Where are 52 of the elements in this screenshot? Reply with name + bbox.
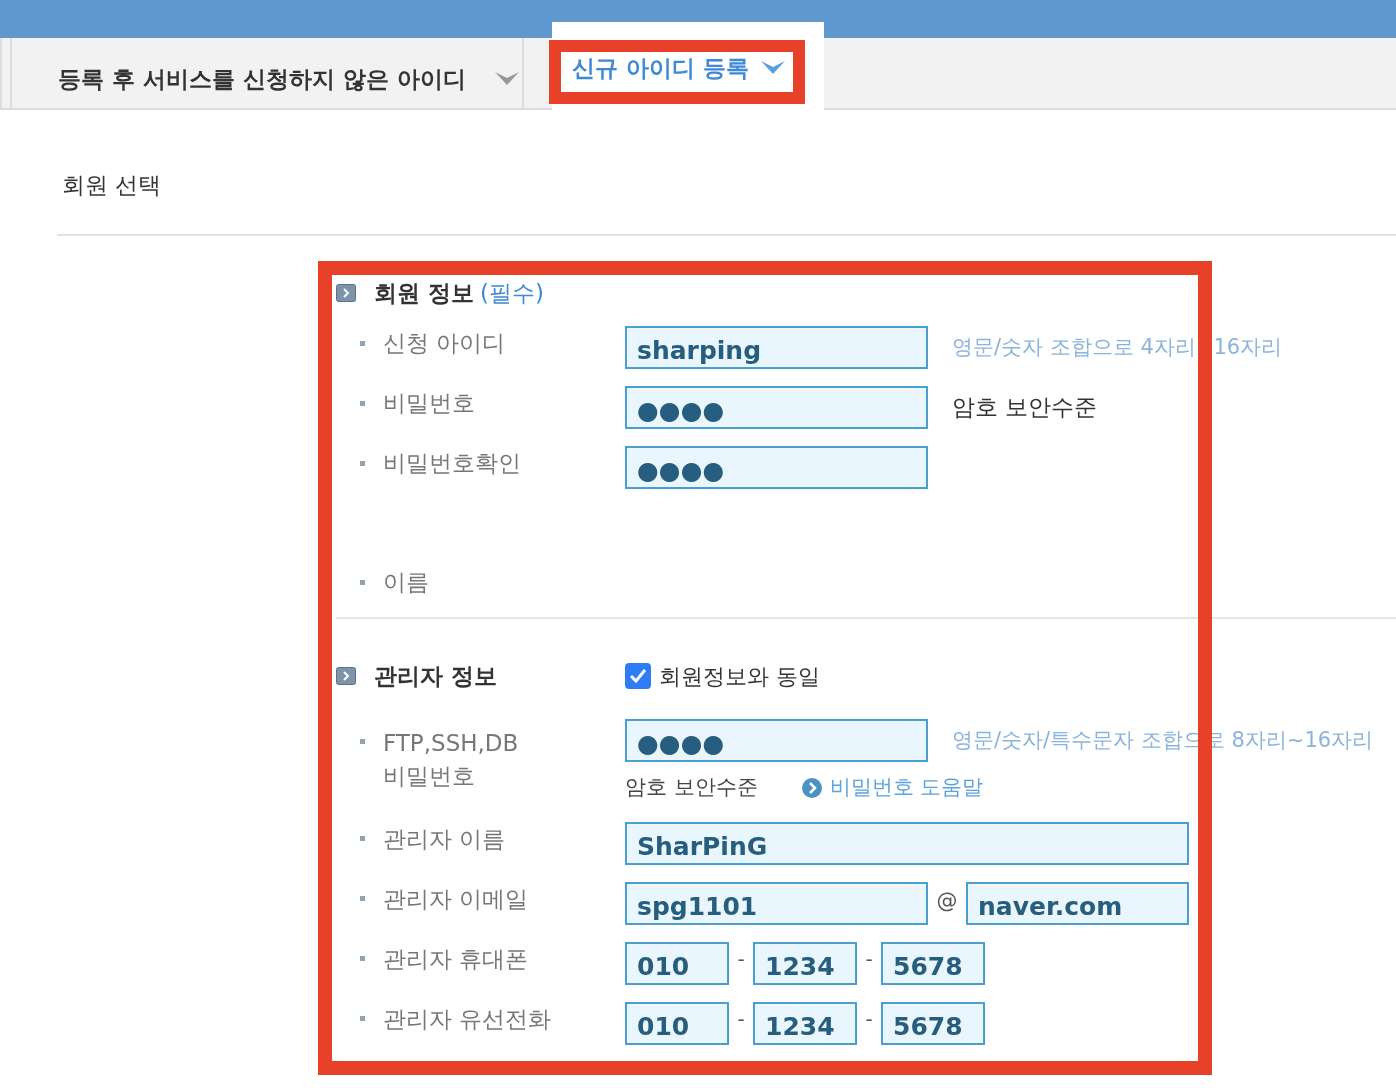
email-domain-field[interactable]: naver.com xyxy=(966,881,1189,925)
field-label: 관리자 유선전화 xyxy=(383,1004,552,1034)
phone-field[interactable]: 010 xyxy=(625,1001,729,1045)
dash-separator: - xyxy=(864,1005,874,1033)
chevron-circle-icon xyxy=(801,777,822,798)
password-field[interactable]: ●●●● xyxy=(625,719,928,762)
bullet-icon xyxy=(360,579,365,585)
bullet-icon xyxy=(360,340,365,346)
password-field[interactable]: ●●●● xyxy=(625,386,928,429)
bullet-icon xyxy=(360,1016,365,1022)
field-label: 비밀번호확인 xyxy=(383,449,521,478)
phone-field[interactable]: 1234 xyxy=(753,1001,857,1045)
bullet-icon xyxy=(360,956,365,962)
field-label: FTP,SSH,DB xyxy=(383,729,519,758)
section-heading: 관리자 정보 xyxy=(374,661,497,691)
required-note: (필수) xyxy=(480,278,544,308)
tab[interactable]: 등록 후 서비스를 신청하지 않은 아이디 xyxy=(10,38,524,108)
field-label: 신청 아이디 xyxy=(383,329,506,358)
field-label: 비밀번호 xyxy=(383,762,476,791)
phone-field[interactable]: 5678 xyxy=(881,1001,985,1045)
checkmark-icon xyxy=(629,668,647,684)
email-user-field[interactable]: spg1101 xyxy=(625,881,928,925)
admin-name-field[interactable]: SharPinG xyxy=(625,821,1189,865)
arrow-square-icon xyxy=(336,284,356,302)
field-label: 관리자 이름 xyxy=(383,824,506,854)
chevron-down-icon xyxy=(760,60,786,76)
strength-label: 암호 보안수준 xyxy=(625,774,758,801)
strength-label: 암호 보안수준 xyxy=(952,393,1098,422)
phone-field[interactable]: 010 xyxy=(625,941,729,985)
bullet-icon xyxy=(360,739,365,744)
chevron-down-icon xyxy=(494,71,521,87)
arrow-square-icon xyxy=(336,667,356,685)
field-label: 관리자 휴대폰 xyxy=(383,944,529,974)
at-sign: @ xyxy=(935,887,959,915)
phone-field[interactable]: 1234 xyxy=(753,941,857,985)
phone-field[interactable]: 5678 xyxy=(881,941,985,985)
checkbox-label: 회원정보와 동일 xyxy=(659,662,820,691)
bullet-icon xyxy=(360,836,365,842)
dash-separator: - xyxy=(736,1005,746,1033)
field-label: 비밀번호 xyxy=(383,389,475,418)
id-field[interactable]: sharping xyxy=(625,326,928,369)
bullet-icon xyxy=(360,460,365,466)
field-label: 이름 xyxy=(383,568,429,597)
password-field[interactable]: ●●●● xyxy=(625,446,928,489)
bullet-icon xyxy=(360,400,365,406)
dash-separator: - xyxy=(864,945,874,973)
section-heading: 회원 정보 xyxy=(374,278,474,308)
bullet-icon xyxy=(360,896,365,902)
section-title: 회원 선택 xyxy=(62,172,162,198)
dash-separator: - xyxy=(736,945,746,973)
field-label: 관리자 이메일 xyxy=(383,884,529,914)
checkbox[interactable] xyxy=(625,663,651,689)
